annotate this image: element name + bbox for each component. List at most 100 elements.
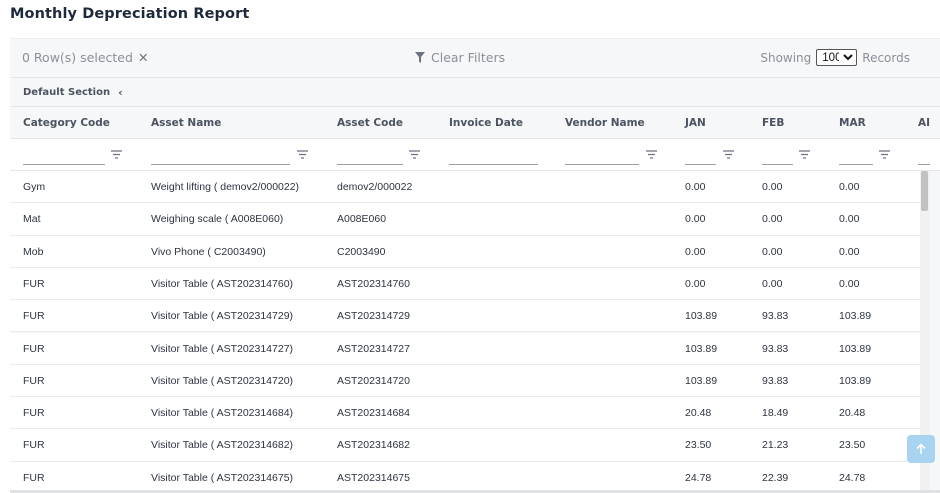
filter-icon[interactable] (297, 150, 308, 159)
filter-input-feb[interactable] (762, 148, 793, 165)
cell-category: Gym (23, 181, 46, 193)
column-header-category-code[interactable]: Category Code (23, 117, 110, 129)
cell-jan: 0.00 (685, 245, 706, 258)
table-row[interactable]: FUR Visitor Table ( AST202314760) AST20231… (10, 267, 920, 301)
chevron-left-icon[interactable]: ‹ (118, 86, 123, 99)
cell-asset-name: Vivo Phone ( C2003490) (151, 245, 266, 258)
arrow-up-icon (916, 443, 926, 454)
showing-label: Showing (760, 50, 812, 65)
section-label: Default Section (23, 87, 111, 98)
filter-icon[interactable] (879, 150, 890, 159)
close-icon[interactable]: ✕ (138, 50, 148, 65)
column-header-vendor-name[interactable]: Vendor Name (565, 117, 645, 129)
records-label: Records (862, 50, 910, 65)
cell-mar: 103.89 (839, 310, 872, 323)
filter-icon[interactable] (799, 150, 810, 159)
cell-category: FUR (23, 342, 45, 355)
table-row[interactable]: FUR Visitor Table ( AST202314727) AST20231… (10, 332, 920, 365)
clear-filters-button[interactable]: Clear Filters (415, 50, 505, 65)
column-header-asset-code[interactable]: Asset Code (337, 117, 403, 129)
cell-asset-name: Visitor Table ( AST202314720) (151, 374, 294, 387)
cell-feb: 93.83 (762, 342, 789, 355)
cell-feb: 21.23 (762, 439, 789, 452)
cell-mar: 23.50 (839, 439, 866, 452)
cell-asset-name: Visitor Table ( AST202314729) (151, 310, 294, 323)
filter-input-asset-name[interactable] (151, 148, 290, 165)
table-row[interactable]: FUR Visitor Table ( AST202314675) AST20231… (10, 461, 920, 493)
cell-asset-code: AST202314760 (337, 277, 410, 290)
report-panel: 0 Row(s) selected ✕ Clear Filters Showing… (10, 38, 940, 493)
filter-input-asset-code[interactable] (337, 148, 403, 165)
page-size-select[interactable]: 100 (816, 49, 858, 66)
cell-category: Mat (23, 213, 41, 226)
table-row[interactable]: Mob Vivo Phone ( C2003490) C2003490 0.00 0.0… (10, 235, 920, 268)
filter-input-vendor-name[interactable] (565, 148, 639, 165)
table-row[interactable]: Mat Weighing scale ( A008E060) A008E060 0.0… (10, 203, 920, 236)
filter-icon[interactable] (409, 150, 420, 159)
cell-jan: 0.00 (685, 277, 706, 290)
column-header-jan[interactable]: JAN (685, 117, 706, 129)
cell-mar: 0.00 (839, 213, 860, 226)
filter-input-invoice-date[interactable] (449, 148, 538, 165)
cell-asset-name: Visitor Table ( AST202314727) (151, 342, 294, 355)
table-row[interactable]: FUR Visitor Table ( AST202314682) AST20231… (10, 429, 920, 462)
table-row[interactable]: Gym Weight lifting ( demov2/000022) demov2… (10, 171, 920, 204)
data-grid: Category Code Asset Name Asset Code Invo… (10, 106, 940, 493)
filter-input-mar[interactable] (839, 148, 873, 165)
cell-asset-name: Visitor Table ( AST202314760) (151, 277, 294, 290)
filter-input-apr[interactable] (918, 148, 930, 165)
cell-category: FUR (23, 407, 45, 420)
cell-jan: 24.78 (685, 471, 712, 484)
scroll-to-top-button[interactable] (907, 435, 935, 463)
filter-icon[interactable] (646, 150, 657, 159)
cell-asset-name: Visitor Table ( AST202314682) (151, 439, 294, 452)
cell-feb: 93.83 (762, 310, 789, 323)
cell-category: FUR (23, 310, 45, 323)
filter-input-jan[interactable] (685, 148, 716, 165)
cell-mar: 0.00 (839, 277, 860, 290)
page-size-control: Showing 100 Records (760, 49, 910, 66)
cell-category: FUR (23, 277, 45, 290)
column-header-mar[interactable]: MAR (839, 117, 866, 129)
table-row[interactable]: FUR Visitor Table ( AST202314684) AST20231… (10, 397, 920, 430)
table-row[interactable]: FUR Visitor Table ( AST202314720) AST20231… (10, 364, 920, 398)
cell-feb: 0.00 (762, 181, 783, 193)
table-row[interactable]: FUR Visitor Table ( AST202314729) AST20231… (10, 300, 920, 333)
cell-mar: 103.89 (839, 374, 872, 387)
cell-asset-name: Weight lifting ( demov2/000022) (151, 181, 300, 193)
cell-feb: 22.39 (762, 471, 789, 484)
cell-asset-name: Visitor Table ( AST202314684) (151, 407, 294, 420)
page-title: Monthly Depreciation Report (10, 6, 250, 22)
cell-mar: 0.00 (839, 245, 860, 258)
cell-category: FUR (23, 374, 45, 387)
column-header-apr[interactable]: AI (918, 117, 930, 129)
cell-jan: 23.50 (685, 439, 712, 452)
section-bar: Default Section ‹ (10, 77, 940, 106)
cell-asset-code: AST202314684 (337, 407, 410, 420)
cell-mar: 20.48 (839, 407, 866, 420)
cell-category: Mob (23, 245, 44, 258)
cell-feb: 0.00 (762, 213, 783, 226)
cell-asset-code: demov2/000022 (337, 181, 413, 193)
cell-asset-name: Weighing scale ( A008E060) (151, 213, 284, 226)
filter-icon[interactable] (723, 150, 734, 159)
filter-row (10, 139, 940, 171)
cell-jan: 103.89 (685, 310, 718, 323)
cell-asset-code: C2003490 (337, 245, 386, 258)
clear-filters-label: Clear Filters (431, 50, 506, 65)
filter-icon (415, 52, 425, 63)
cell-asset-name: Visitor Table ( AST202314675) (151, 471, 294, 484)
default-section-toggle[interactable]: Default Section ‹ (23, 86, 123, 99)
cell-jan: 103.89 (685, 374, 718, 387)
column-header-feb[interactable]: FEB (762, 117, 784, 129)
cell-jan: 0.00 (685, 213, 706, 226)
scrollbar-thumb[interactable] (921, 171, 928, 211)
cell-feb: 0.00 (762, 245, 783, 258)
cell-jan: 103.89 (685, 342, 718, 355)
cell-category: FUR (23, 439, 45, 452)
filter-input-category-code[interactable] (23, 148, 105, 165)
column-header-invoice-date[interactable]: Invoice Date (449, 117, 523, 129)
column-header-asset-name[interactable]: Asset Name (151, 117, 221, 129)
cell-jan: 0.00 (685, 181, 706, 193)
filter-icon[interactable] (111, 150, 122, 159)
